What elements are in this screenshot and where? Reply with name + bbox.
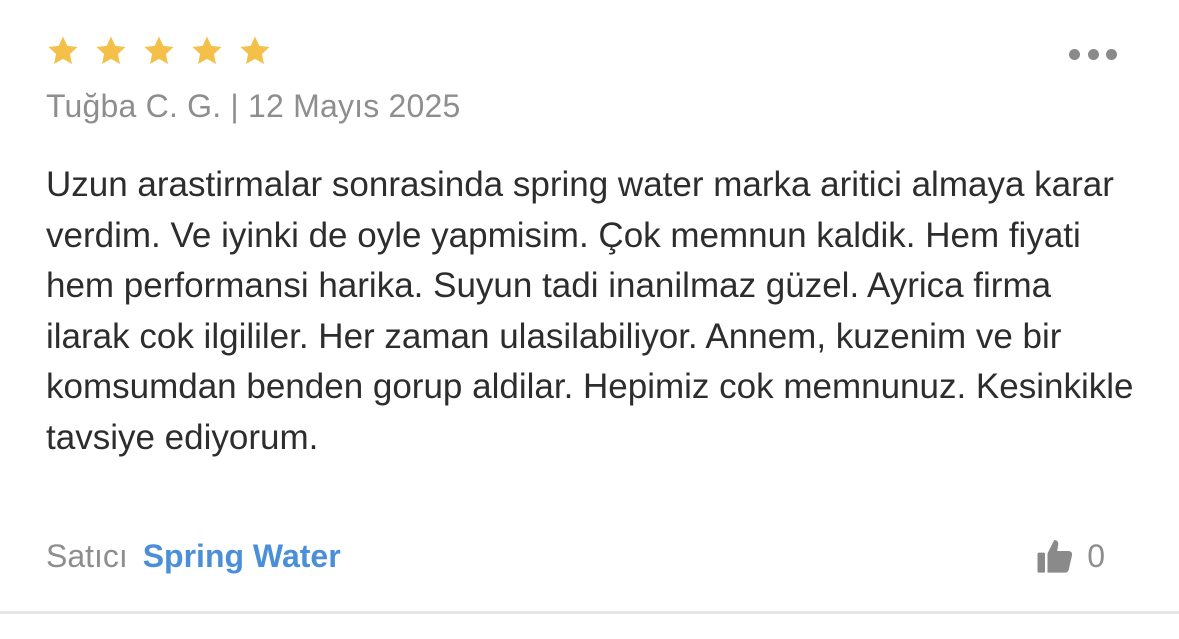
star-icon	[192, 36, 222, 65]
helpful-button[interactable]: 0	[1035, 536, 1105, 576]
thumbs-up-icon	[1035, 536, 1075, 576]
more-options-button[interactable]	[1069, 44, 1117, 64]
review-card: Tuğba C. G. | 12 Mayıs 2025 Uzun arastir…	[0, 0, 1179, 614]
review-author-date: Tuğba C. G. | 12 Mayıs 2025	[46, 88, 461, 124]
star-icon	[96, 36, 126, 65]
star-icon	[144, 36, 174, 65]
more-horizontal-icon	[1069, 48, 1080, 60]
seller-label: Satıcı	[46, 538, 128, 574]
helpful-count: 0	[1087, 537, 1105, 574]
more-horizontal-icon	[1087, 48, 1099, 60]
review-text: Uzun arastirmalar sonrasinda spring wate…	[46, 165, 1134, 457]
more-horizontal-icon	[1106, 48, 1117, 60]
seller-link[interactable]: Spring Water	[143, 538, 341, 574]
star-rating	[46, 34, 272, 68]
star-icon	[240, 36, 270, 65]
seller-line: Satıcı Spring Water	[46, 538, 341, 575]
star-icon	[48, 36, 78, 65]
